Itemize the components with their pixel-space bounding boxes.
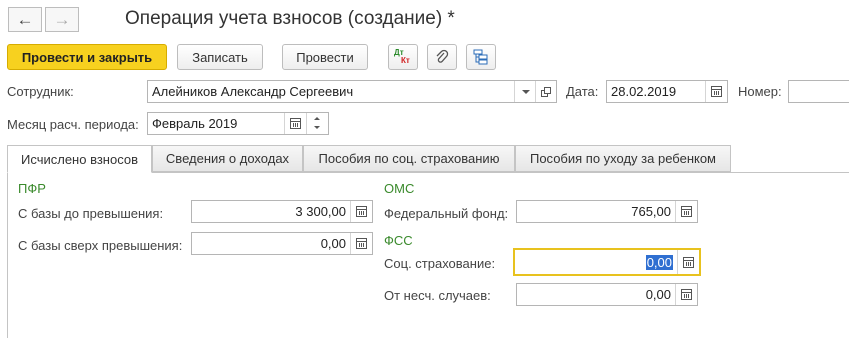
tab-childcare-benefits[interactable]: Пособия по уходу за ребенком bbox=[515, 145, 731, 172]
tab-panel-border bbox=[7, 172, 849, 338]
post-and-close-button[interactable]: Провести и закрыть bbox=[7, 44, 167, 70]
save-button[interactable]: Записать bbox=[177, 44, 263, 70]
period-spinner[interactable] bbox=[306, 113, 328, 134]
federal-fund-label: Федеральный фонд: bbox=[384, 206, 509, 221]
date-value: 28.02.2019 bbox=[611, 84, 677, 99]
dt-kt-icon: Дт Кт bbox=[394, 48, 410, 65]
period-value: Февраль 2019 bbox=[152, 116, 238, 131]
open-link-icon bbox=[541, 86, 551, 97]
dropdown-button[interactable] bbox=[514, 81, 536, 102]
accident-value: 0,00 bbox=[645, 287, 671, 302]
base-above-field[interactable]: 0,00 bbox=[191, 232, 373, 255]
oms-section-title: ОМС bbox=[384, 181, 415, 196]
employee-field[interactable]: Алейников Александр Сергеевич bbox=[147, 80, 557, 103]
dt-kt-button[interactable]: Дт Кт bbox=[388, 44, 418, 70]
chevron-down-icon bbox=[521, 89, 530, 94]
spin-down-icon[interactable] bbox=[314, 126, 320, 129]
calculator-icon bbox=[681, 289, 692, 300]
base-below-label: С базы до превышения: bbox=[18, 206, 164, 221]
forward-button[interactable]: → bbox=[45, 7, 79, 32]
calculator-button[interactable] bbox=[350, 233, 372, 254]
employee-label: Сотрудник: bbox=[7, 84, 74, 99]
tab-accrued-contributions[interactable]: Исчислено взносов bbox=[7, 145, 152, 173]
attach-button[interactable] bbox=[427, 44, 457, 70]
calculator-icon bbox=[681, 206, 692, 217]
spin-up-icon[interactable] bbox=[314, 117, 320, 120]
tab-income-info[interactable]: Сведения о доходах bbox=[152, 145, 303, 172]
calculator-button[interactable] bbox=[675, 201, 697, 222]
number-label: Номер: bbox=[738, 84, 782, 99]
calculator-button[interactable] bbox=[675, 284, 697, 305]
calculator-button[interactable] bbox=[677, 250, 699, 274]
base-below-value: 3 300,00 bbox=[295, 204, 346, 219]
period-field[interactable]: Февраль 2019 bbox=[147, 112, 329, 135]
federal-fund-value: 765,00 bbox=[631, 204, 671, 219]
date-picker-button[interactable] bbox=[705, 81, 727, 102]
social-insurance-label: Соц. страхование: bbox=[384, 256, 496, 271]
number-field[interactable] bbox=[788, 80, 849, 103]
period-label: Месяц расч. периода: bbox=[7, 117, 139, 132]
calendar-icon bbox=[711, 86, 722, 97]
calendar-icon bbox=[290, 118, 301, 129]
accident-field[interactable]: 0,00 bbox=[516, 283, 698, 306]
base-above-label: С базы сверх превышения: bbox=[18, 238, 183, 253]
arrow-right-icon: → bbox=[53, 9, 71, 29]
open-employee-button[interactable] bbox=[535, 81, 556, 102]
calculator-icon bbox=[356, 206, 367, 217]
base-below-field[interactable]: 3 300,00 bbox=[191, 200, 373, 223]
back-button[interactable]: ← bbox=[8, 7, 42, 32]
social-insurance-field[interactable]: 0,00 bbox=[513, 248, 701, 276]
calculator-button[interactable] bbox=[350, 201, 372, 222]
period-calendar-button[interactable] bbox=[284, 113, 306, 134]
base-above-value: 0,00 bbox=[320, 236, 346, 251]
structure-button[interactable] bbox=[466, 44, 496, 70]
fss-section-title: ФСС bbox=[384, 233, 413, 248]
social-insurance-value: 0,00 bbox=[645, 254, 673, 270]
calculator-icon bbox=[683, 256, 694, 268]
tab-social-insurance-benefits[interactable]: Пособия по соц. страхованию bbox=[303, 145, 515, 172]
page-title: Операция учета взносов (создание) * bbox=[125, 8, 455, 29]
accident-label: От несч. случаев: bbox=[384, 288, 491, 303]
arrow-left-icon: ← bbox=[16, 9, 34, 29]
date-label: Дата: bbox=[566, 84, 599, 99]
date-field[interactable]: 28.02.2019 bbox=[606, 80, 728, 103]
post-button[interactable]: Провести bbox=[282, 44, 368, 70]
federal-fund-field[interactable]: 765,00 bbox=[516, 200, 698, 223]
employee-value: Алейников Александр Сергеевич bbox=[152, 84, 354, 99]
structure-icon bbox=[473, 49, 488, 65]
pfr-section-title: ПФР bbox=[18, 181, 46, 196]
paperclip-icon bbox=[436, 49, 449, 63]
calculator-icon bbox=[356, 238, 367, 249]
